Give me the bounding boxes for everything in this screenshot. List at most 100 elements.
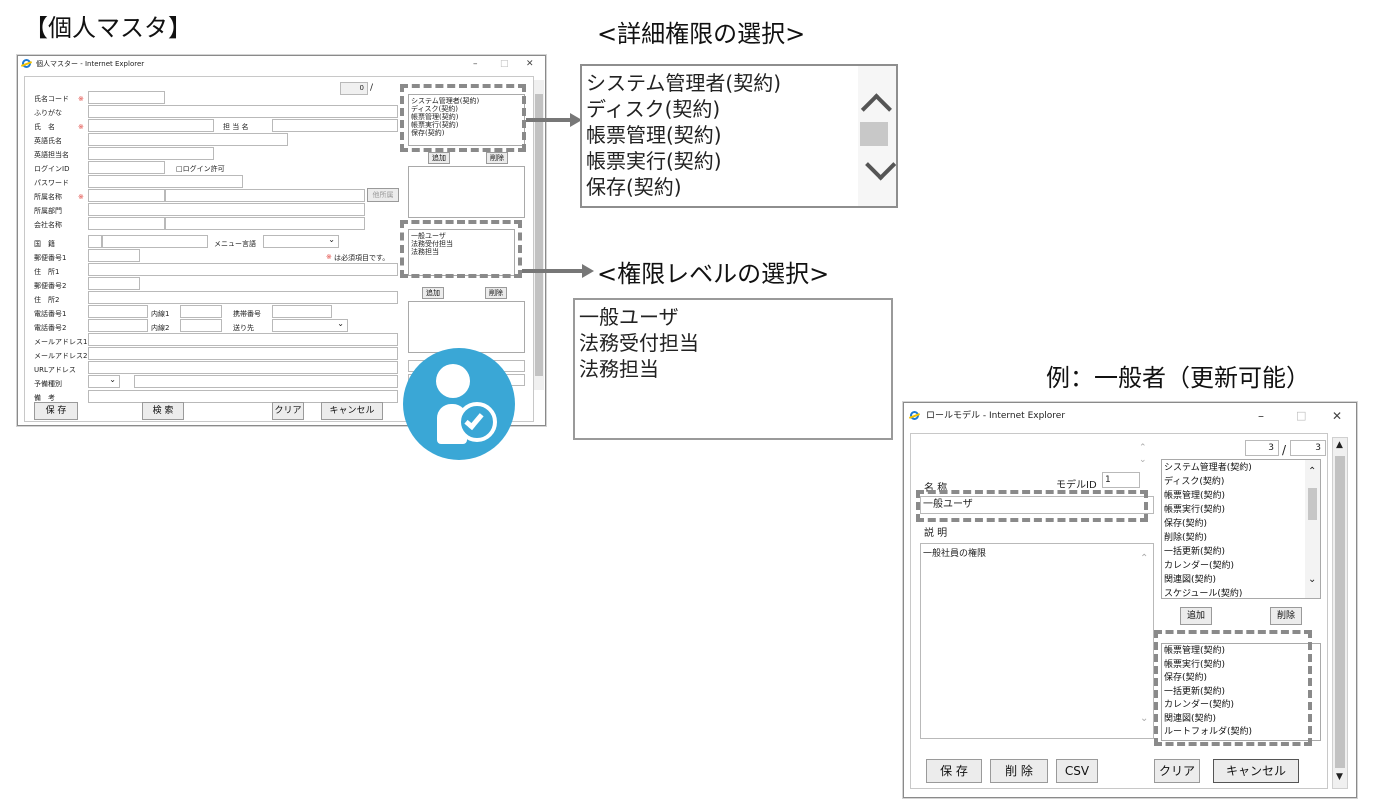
org-code-input[interactable] — [88, 189, 165, 202]
search-button[interactable]: 検 索 — [142, 402, 184, 420]
delete-button[interactable]: 削除 — [1270, 607, 1302, 625]
selected-permission-list[interactable] — [408, 166, 525, 218]
scroll-up-icon[interactable]: ▲ — [1336, 440, 1343, 450]
list-item[interactable]: 帳票実行(契約) — [1162, 503, 1320, 517]
scrollbar-thumb[interactable] — [535, 94, 543, 376]
level-select-heading: <権限レベルの選択> — [597, 260, 830, 288]
zip1-label: 郵便番号1 — [34, 254, 67, 262]
login-id-input[interactable] — [88, 161, 165, 174]
scroll-down-icon[interactable]: ▼ — [1336, 772, 1343, 782]
mobile-input[interactable] — [272, 305, 332, 318]
send-to-select[interactable]: ⌄ — [272, 319, 348, 332]
chevron-up-icon: ⌃ — [1139, 443, 1147, 453]
list-item[interactable]: スケジュール(契約) — [1162, 587, 1320, 598]
tel2-input[interactable] — [88, 319, 148, 332]
send-to-label: 送り先 — [233, 324, 254, 332]
close-icon[interactable]: ✕ — [526, 56, 534, 72]
window-scrollbar[interactable]: ▲ ▼ — [1332, 437, 1348, 789]
available-permission-list[interactable]: システム管理者(契約) ディスク(契約) 帳票管理(契約) 帳票実行(契約) 保… — [1161, 459, 1321, 599]
list-item[interactable]: 帳票管理(契約) — [1162, 489, 1320, 503]
model-id-field[interactable]: 1 — [1102, 472, 1140, 488]
page-total-field[interactable]: 3 — [1290, 440, 1326, 456]
mail1-input[interactable] — [88, 333, 398, 346]
chevron-down-icon[interactable]: ⌄ — [1308, 574, 1316, 585]
selected-level-list[interactable] — [408, 301, 525, 353]
country-label: 国 籍 — [34, 240, 55, 248]
list-item[interactable]: システム管理者(契約) — [1162, 461, 1320, 475]
delete-button[interactable]: 削除 — [485, 287, 507, 299]
list-item[interactable]: 保存(契約) — [1162, 517, 1320, 531]
zoom-list-item: 保存(契約) — [586, 175, 682, 199]
add-button[interactable]: 追加 — [428, 152, 450, 164]
maximize-icon[interactable]: □ — [1296, 408, 1306, 424]
company-code-input[interactable] — [88, 217, 165, 230]
tel1-input[interactable] — [88, 305, 148, 318]
company-name-input[interactable] — [165, 217, 365, 230]
zoom-list-item: ディスク(契約) — [586, 97, 721, 121]
page-field[interactable]: 0 — [340, 82, 368, 95]
list-item[interactable]: カレンダー(契約) — [1162, 559, 1320, 573]
name-en-label: 英語氏名 — [34, 137, 62, 145]
cancel-button[interactable]: キャンセル — [1213, 759, 1299, 783]
staff-name-input[interactable] — [272, 119, 398, 132]
mail2-input[interactable] — [88, 347, 398, 360]
detail-zoom-list: システム管理者(契約) ディスク(契約) 帳票管理(契約) 帳票実行(契約) 保… — [580, 64, 898, 208]
addr2-input[interactable] — [88, 291, 398, 304]
staff-en-input[interactable] — [88, 147, 214, 160]
description-textarea[interactable]: 一般社員の権限 — [920, 543, 1154, 739]
cancel-button[interactable]: キャンセル — [321, 402, 383, 420]
addr1-label: 住 所1 — [34, 268, 60, 276]
clear-button[interactable]: クリア — [272, 402, 304, 420]
country-input[interactable] — [102, 235, 208, 248]
close-icon[interactable]: ✕ — [1332, 408, 1342, 424]
scrollbar-thumb[interactable] — [1335, 456, 1345, 768]
furigana-input[interactable] — [88, 105, 398, 118]
minimize-icon[interactable]: – — [1258, 408, 1264, 424]
delete-button[interactable]: 削除 — [486, 152, 508, 164]
list-item[interactable]: 削除(契約) — [1162, 531, 1320, 545]
delete-button[interactable]: 削 除 — [990, 759, 1048, 783]
reserve-select[interactable]: ⌄ — [88, 375, 120, 388]
addr2-label: 住 所2 — [34, 296, 60, 304]
org-dept-input[interactable] — [88, 203, 365, 216]
save-button[interactable]: 保 存 — [926, 759, 982, 783]
reserve-input[interactable] — [134, 375, 398, 388]
name-code-input[interactable] — [88, 91, 165, 104]
zoom-list-item: 法務受付担当 — [579, 331, 699, 355]
selected-highlight-box — [1154, 630, 1312, 746]
required-note: は必須項目です。 — [334, 254, 390, 262]
ext2-input[interactable] — [180, 319, 222, 332]
name-input[interactable] — [88, 119, 214, 132]
chevron-up-icon[interactable]: ⌃ — [1308, 466, 1316, 477]
name-en-input[interactable] — [88, 133, 288, 146]
zip2-input[interactable] — [88, 277, 140, 290]
scrollbar-thumb[interactable] — [1308, 488, 1317, 520]
url-input[interactable] — [88, 361, 398, 374]
reserve-label: 予備種別 — [34, 380, 62, 388]
page-current-field[interactable]: 3 — [1245, 440, 1279, 456]
other-org-button[interactable]: 他所属 — [367, 188, 399, 202]
url-label: URLアドレス — [34, 366, 76, 374]
detail-highlight-box — [400, 84, 526, 152]
list-item[interactable]: 関連図(契約) — [1162, 573, 1320, 587]
country-code-input[interactable] — [88, 235, 102, 248]
clear-button[interactable]: クリア — [1154, 759, 1200, 783]
scrollbar[interactable] — [534, 80, 544, 390]
org-name-input[interactable] — [165, 189, 365, 202]
add-button[interactable]: 追加 — [1180, 607, 1212, 625]
login-allow-checkbox[interactable]: □ログイン許可 — [176, 164, 225, 174]
save-button[interactable]: 保 存 — [34, 402, 78, 420]
ext1-input[interactable] — [180, 305, 222, 318]
csv-button[interactable]: CSV — [1056, 759, 1098, 783]
add-button[interactable]: 追加 — [422, 287, 444, 299]
addr1-input[interactable] — [88, 263, 398, 276]
list-item[interactable]: ディスク(契約) — [1162, 475, 1320, 489]
menu-lang-select[interactable]: ⌄ — [263, 235, 339, 248]
window-title: ロールモデル - Internet Explorer — [926, 411, 1066, 421]
list-item[interactable]: 一括更新(契約) — [1162, 545, 1320, 559]
scrollbar[interactable]: ⌃ ⌄ — [1305, 460, 1320, 598]
password-input[interactable] — [88, 175, 243, 188]
maximize-icon[interactable]: □ — [500, 56, 509, 72]
zip1-input[interactable] — [88, 249, 140, 262]
minimize-icon[interactable]: – — [473, 56, 478, 72]
